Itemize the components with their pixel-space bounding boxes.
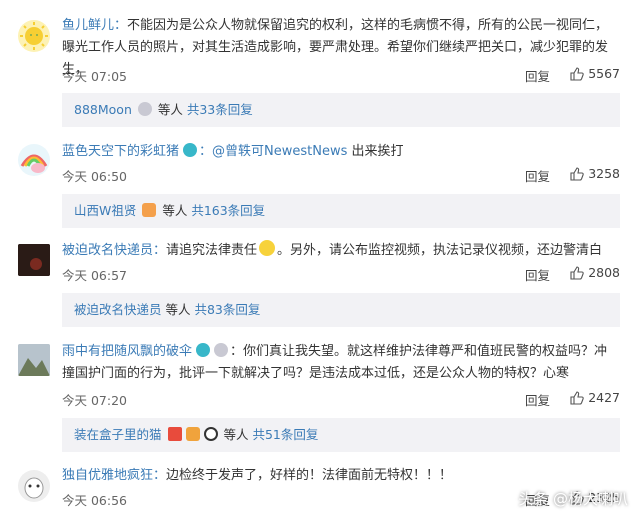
star-badge-icon	[167, 427, 182, 441]
verified-icon	[183, 143, 198, 157]
reply-thread[interactable]: 888Moon 等人 共33条回复	[62, 93, 620, 127]
reply-button[interactable]: 回复	[525, 390, 550, 409]
comment-meta: 今天 06:50 回复 3258	[62, 166, 620, 184]
reply-user[interactable]: 山西W祖贤	[74, 203, 136, 218]
mention-link[interactable]: ：@曾轶可NewestNews	[199, 144, 347, 159]
username[interactable]: 被迫改名快递员：	[62, 243, 166, 258]
reply-button[interactable]: 回复	[525, 66, 550, 85]
comment-text: 被迫改名快递员：请追究法律责任 。另外，请公布监控视频，执法记录仪视频，还边警清白	[62, 240, 620, 262]
verified-icon	[196, 343, 211, 357]
timestamp: 今天 06:50	[62, 169, 127, 184]
reply-user[interactable]: 装在盒子里的猫	[74, 427, 162, 442]
avatar[interactable]	[18, 344, 50, 376]
avatar[interactable]	[18, 20, 50, 52]
like-button[interactable]: 3258	[570, 166, 620, 181]
like-button[interactable]: 5567	[570, 66, 620, 81]
username[interactable]: 蓝色天空下的彩虹猪	[62, 144, 179, 159]
comment-text: 蓝色天空下的彩虹猪 ：@曾轶可NewestNews 出来挨打	[62, 143, 404, 159]
reply-thread[interactable]: 被迫改名快递员 等人 共83条回复	[62, 293, 620, 327]
panda-icon	[203, 427, 218, 441]
thumbs-up-icon	[570, 391, 584, 405]
medal-icon	[214, 343, 229, 357]
username[interactable]: 雨中有把随风飘的破伞	[62, 344, 192, 359]
reply-count[interactable]: 共51条回复	[252, 427, 318, 442]
like-count: 5567	[588, 66, 620, 81]
comment-meta: 今天 07:05 回复 5567	[62, 66, 620, 84]
avatar[interactable]	[18, 144, 50, 176]
like-button[interactable]: 2427	[570, 390, 620, 405]
comment-text: 独自优雅地疯狂：边检终于发声了，好样的！法律面前无特权！！！	[62, 468, 453, 483]
medal-icon	[185, 427, 200, 441]
like-count: 3258	[588, 166, 620, 181]
like-button[interactable]: 2808	[570, 265, 620, 280]
medal-icon	[142, 203, 157, 217]
comment-meta: 今天 07:20 回复 2427	[62, 390, 620, 408]
avatar[interactable]	[18, 470, 50, 502]
medal-icon	[137, 102, 152, 116]
thumbs-up-icon	[570, 266, 584, 280]
thumbs-up-icon	[570, 167, 584, 181]
username[interactable]: 独自优雅地疯狂：	[62, 468, 166, 483]
reply-count[interactable]: 共33条回复	[187, 102, 253, 117]
timestamp: 今天 07:20	[62, 393, 127, 408]
comment-meta: 今天 06:57 回复 2808	[62, 265, 620, 283]
reply-thread[interactable]: 装在盒子里的猫 等人 共51条回复	[62, 418, 620, 452]
reply-count[interactable]: 共163条回复	[191, 203, 265, 218]
avatar[interactable]	[18, 244, 50, 276]
reply-button[interactable]: 回复	[525, 166, 550, 185]
timestamp: 今天 06:56	[62, 493, 127, 508]
reply-button[interactable]: 回复	[525, 265, 550, 284]
timestamp: 今天 07:05	[62, 69, 127, 84]
thumbs-up-icon	[570, 67, 584, 81]
comment-text: 雨中有把随风飘的破伞 ：你们真让我失望。就这样维护法律尊严和值班民警的权益吗？冲撞…	[62, 343, 608, 381]
watermark: 头条 @杨大喇叭	[518, 490, 628, 508]
like-count: 2427	[588, 390, 620, 405]
reply-count[interactable]: 共83条回复	[194, 302, 260, 317]
reply-user[interactable]: 888Moon	[74, 102, 132, 117]
like-count: 2808	[588, 265, 620, 280]
reply-thread[interactable]: 山西W祖贤 等人 共163条回复	[62, 194, 620, 228]
smile-emoji-icon	[259, 240, 276, 256]
reply-user[interactable]: 被迫改名快递员	[74, 302, 162, 317]
username[interactable]: 鱼儿鲜儿：	[62, 18, 127, 33]
timestamp: 今天 06:57	[62, 268, 127, 283]
